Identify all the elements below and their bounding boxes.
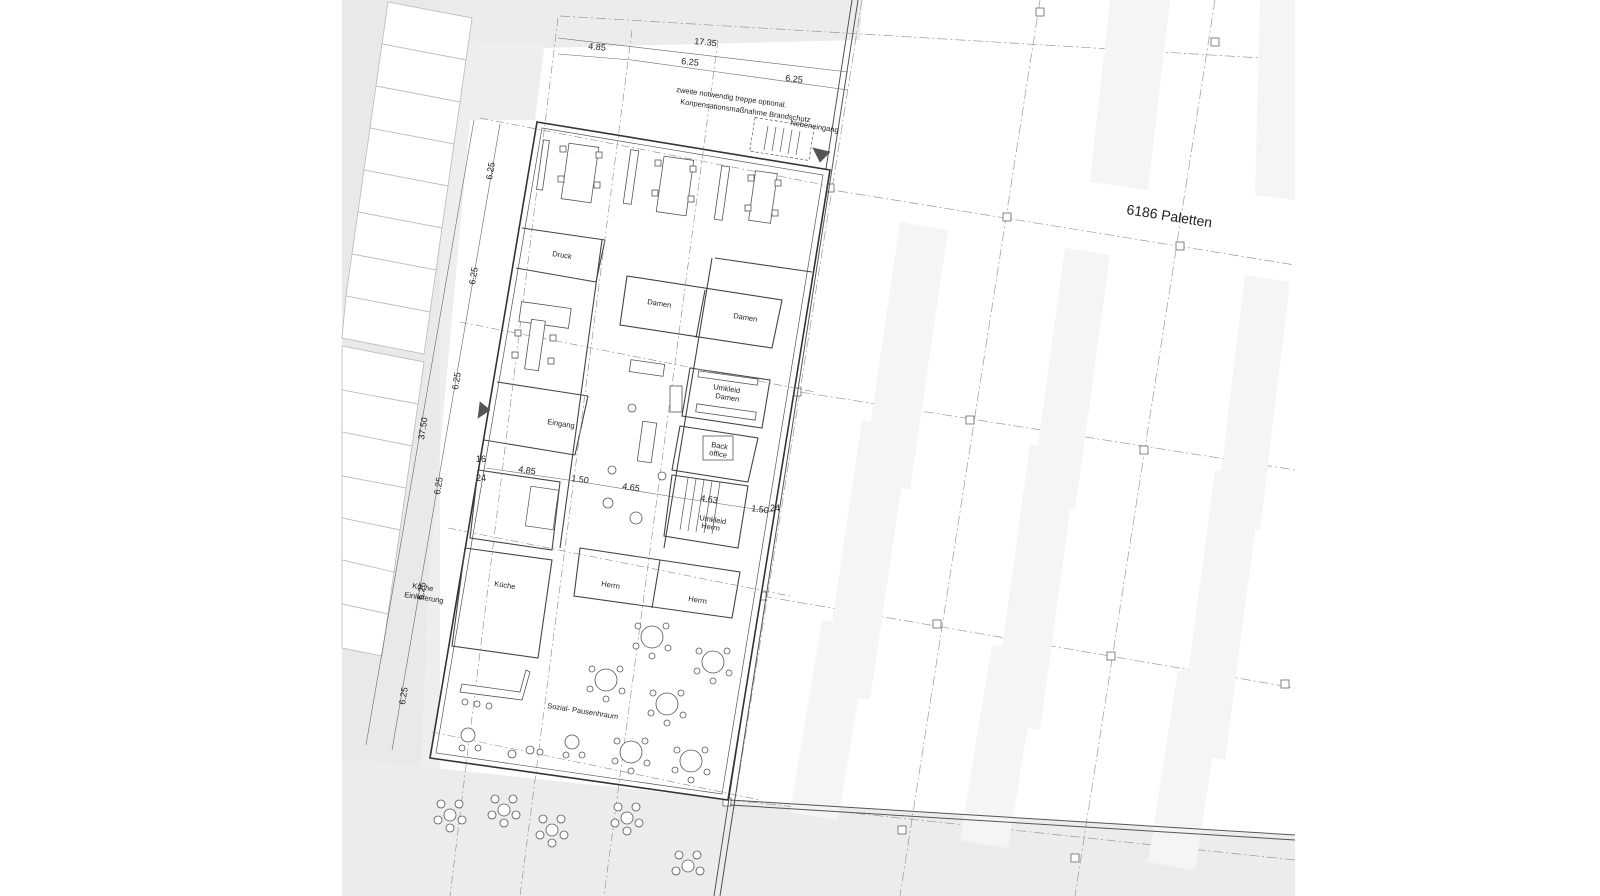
dim-top-first: 4.85 — [588, 41, 606, 53]
dim-left-bay-4: 6.25 — [432, 476, 445, 495]
dim-top-total: 17.35 — [694, 36, 717, 48]
dim-wall-b: 24 — [476, 473, 486, 483]
dim-wall-a: 16 — [476, 454, 486, 464]
floor-plan-drawing: 6186 Paletten zweite notwendig treppe op… — [341, 0, 1296, 896]
dim-top-second: 6.25 — [681, 56, 699, 68]
dim-wall-c: 24 — [770, 503, 780, 513]
pallet-count-label: 6186 Paletten — [1126, 201, 1214, 230]
side-entrance-label: Nebeneingang — [790, 118, 840, 135]
dim-left-bay-3: 6.25 — [450, 371, 463, 390]
dim-left-bay-1: 6.25 — [484, 161, 497, 180]
dim-left-bay-2: 6.25 — [467, 266, 480, 285]
dim-top-third: 6.25 — [785, 73, 803, 85]
